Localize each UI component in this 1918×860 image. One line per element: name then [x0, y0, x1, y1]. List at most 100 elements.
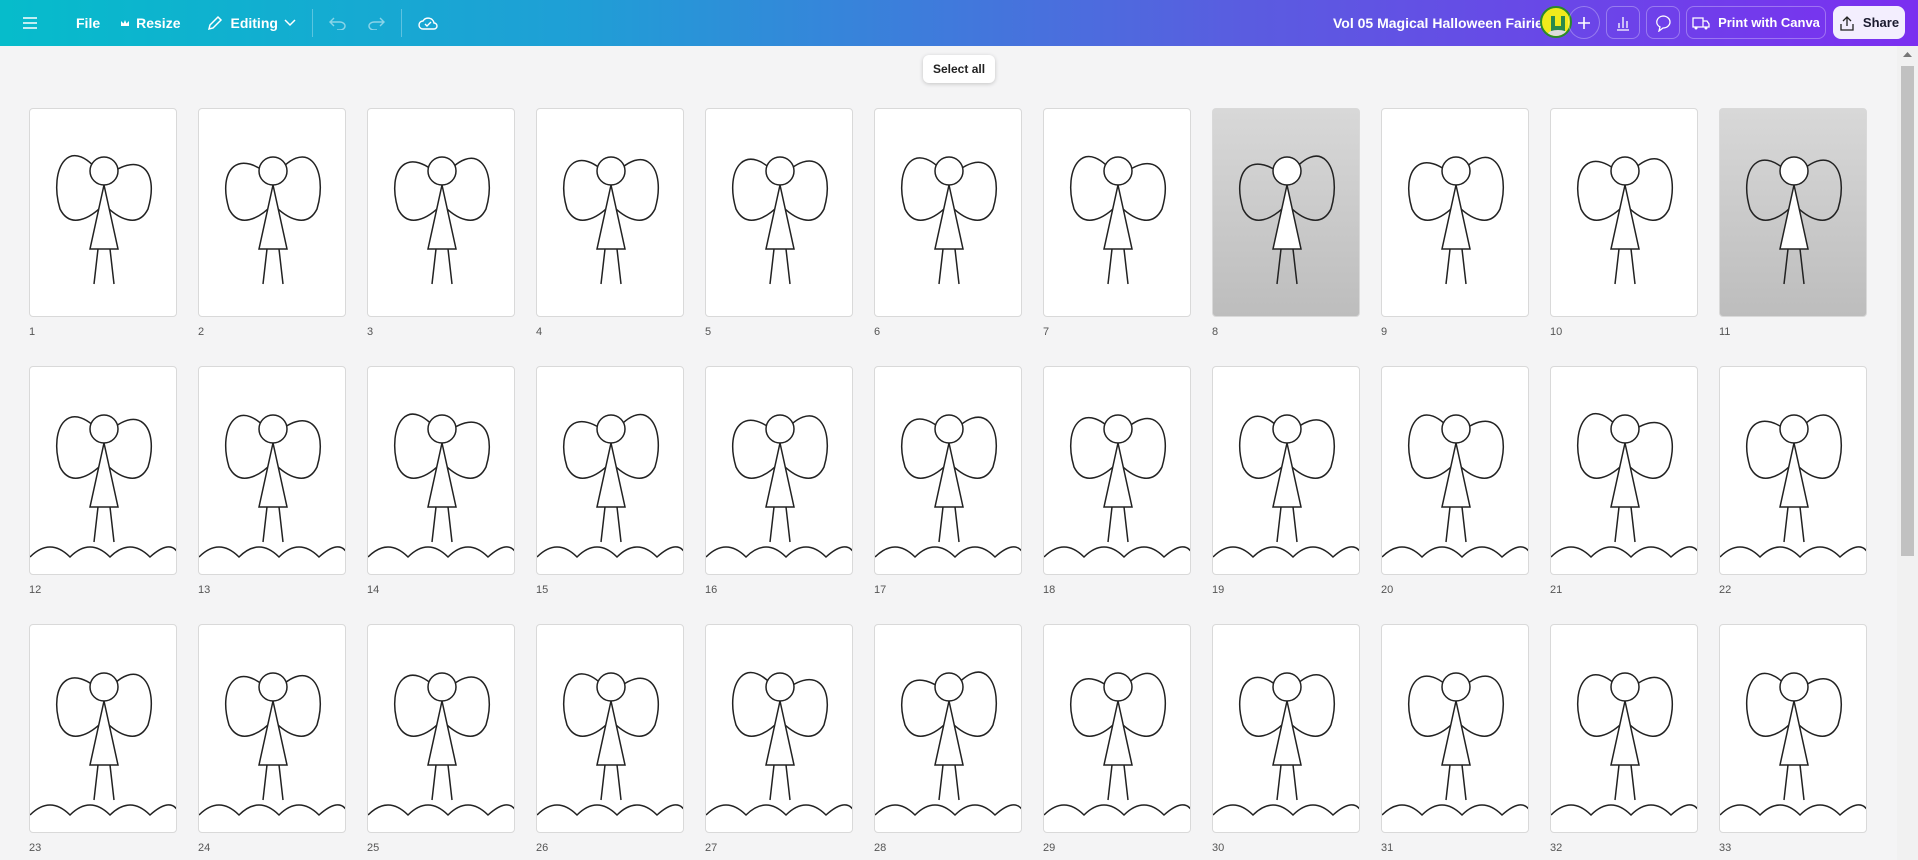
page-thumbnail[interactable] [1212, 108, 1360, 317]
page-thumbnail[interactable] [874, 108, 1022, 317]
page-thumbnail[interactable] [1719, 366, 1867, 575]
add-collaborator-button[interactable] [1568, 6, 1600, 39]
page-thumbnail[interactable] [29, 108, 177, 317]
page-number: 2 [198, 326, 205, 338]
divider [400, 9, 402, 37]
coloring-page-illustration [1044, 672, 1190, 817]
page-thumbnail[interactable] [1381, 366, 1529, 575]
main-menu-button[interactable] [12, 6, 48, 40]
page-thumbnail[interactable] [1043, 366, 1191, 575]
coloring-page-illustration [537, 413, 683, 559]
page-thumbnail[interactable] [536, 624, 684, 833]
coloring-page-illustration [1382, 672, 1528, 817]
page-number: 27 [705, 842, 718, 854]
page-thumbnail[interactable] [874, 366, 1022, 575]
analytics-button[interactable] [1606, 6, 1640, 39]
editing-label: Editing [230, 15, 278, 31]
page-thumbnail[interactable] [367, 108, 515, 317]
page-thumbnail[interactable] [1381, 624, 1529, 833]
page-number: 8 [1212, 326, 1219, 338]
page-number: 7 [1043, 326, 1050, 338]
page-thumbnail[interactable] [536, 366, 684, 575]
divider [311, 9, 313, 37]
resize-button[interactable]: Resize [110, 6, 190, 40]
page-thumbnail[interactable] [1550, 108, 1698, 317]
page-thumbnail[interactable] [198, 108, 346, 317]
page-thumbnail[interactable] [1381, 108, 1529, 317]
page-thumbnail[interactable] [1550, 624, 1698, 833]
page-thumbnail[interactable] [367, 366, 515, 575]
page-thumbnail[interactable] [1212, 624, 1360, 833]
save-status-button[interactable] [408, 6, 448, 40]
page-number: 21 [1550, 584, 1563, 596]
page-number: 9 [1381, 326, 1388, 338]
page-thumbnail[interactable] [367, 624, 515, 833]
page-thumbnail[interactable] [198, 624, 346, 833]
page-number: 1 [29, 326, 36, 338]
page-number: 4 [536, 326, 543, 338]
page-thumbnail[interactable] [29, 624, 177, 833]
coloring-page-illustration [1576, 156, 1674, 285]
share-button[interactable]: Share [1833, 6, 1905, 39]
hamburger-icon [22, 16, 38, 30]
undo-button[interactable] [319, 6, 357, 40]
vertical-scrollbar[interactable] [1897, 46, 1918, 860]
page-number: 3 [367, 326, 374, 338]
page-thumbnail[interactable] [705, 366, 853, 575]
coloring-page-illustration [706, 671, 852, 817]
truck-icon [1692, 15, 1710, 31]
file-menu-button[interactable]: File [66, 6, 110, 40]
crown-icon [120, 18, 130, 28]
page-thumbnail[interactable] [1212, 366, 1360, 575]
coloring-page-illustration [368, 413, 514, 559]
page-number: 32 [1550, 842, 1563, 854]
page-thumbnail[interactable] [1043, 624, 1191, 833]
page-number: 5 [705, 326, 712, 338]
page-thumbnail[interactable] [198, 366, 346, 575]
page-number: 20 [1381, 584, 1394, 596]
select-all-tooltip[interactable]: Select all [923, 55, 996, 83]
resize-label: Resize [136, 15, 181, 31]
page-thumbnail[interactable] [705, 624, 853, 833]
coloring-page-illustration [30, 672, 176, 817]
coloring-page-illustration [706, 414, 852, 559]
page-thumbnail[interactable] [1043, 108, 1191, 317]
redo-icon [367, 16, 385, 30]
comments-button[interactable] [1646, 6, 1680, 39]
page-thumbnail[interactable] [1719, 108, 1867, 317]
redo-button[interactable] [357, 6, 395, 40]
bar-chart-icon [1615, 15, 1631, 31]
coloring-page-illustration [199, 672, 345, 817]
page-number: 11 [1719, 326, 1731, 338]
page-thumbnail[interactable] [536, 108, 684, 317]
scroll-up-arrow-icon[interactable] [1897, 46, 1918, 62]
coloring-page-illustration [1213, 414, 1359, 559]
page-number: 13 [198, 584, 211, 596]
print-with-canva-button[interactable]: Print with Canva [1686, 6, 1826, 39]
editing-mode-dropdown[interactable]: Editing [196, 6, 305, 40]
page-number: 30 [1212, 842, 1225, 854]
coloring-page-illustration [30, 414, 176, 559]
comment-icon [1654, 14, 1672, 32]
document-title[interactable]: Vol 05 Magical Halloween Fairies [1333, 15, 1551, 31]
page-thumbnail[interactable] [29, 366, 177, 575]
page-number: 6 [874, 326, 881, 338]
coloring-page-illustration [393, 156, 491, 285]
coloring-page-illustration [537, 672, 683, 817]
coloring-page-illustration [1407, 156, 1505, 285]
coloring-page-illustration [1745, 156, 1843, 285]
page-number: 10 [1550, 326, 1563, 338]
page-thumbnail[interactable] [874, 624, 1022, 833]
page-number: 22 [1719, 584, 1732, 596]
coloring-page-illustration [368, 672, 514, 817]
page-thumbnail[interactable] [1550, 366, 1698, 575]
file-label: File [76, 15, 101, 31]
chevron-down-icon [284, 19, 296, 27]
scrollbar-thumb[interactable] [1901, 66, 1914, 556]
page-number: 15 [536, 584, 549, 596]
coloring-page-illustration [1044, 414, 1190, 559]
page-thumbnail[interactable] [705, 108, 853, 317]
plus-icon [1577, 16, 1591, 30]
page-thumbnail[interactable] [1719, 624, 1867, 833]
page-number: 33 [1719, 842, 1732, 854]
